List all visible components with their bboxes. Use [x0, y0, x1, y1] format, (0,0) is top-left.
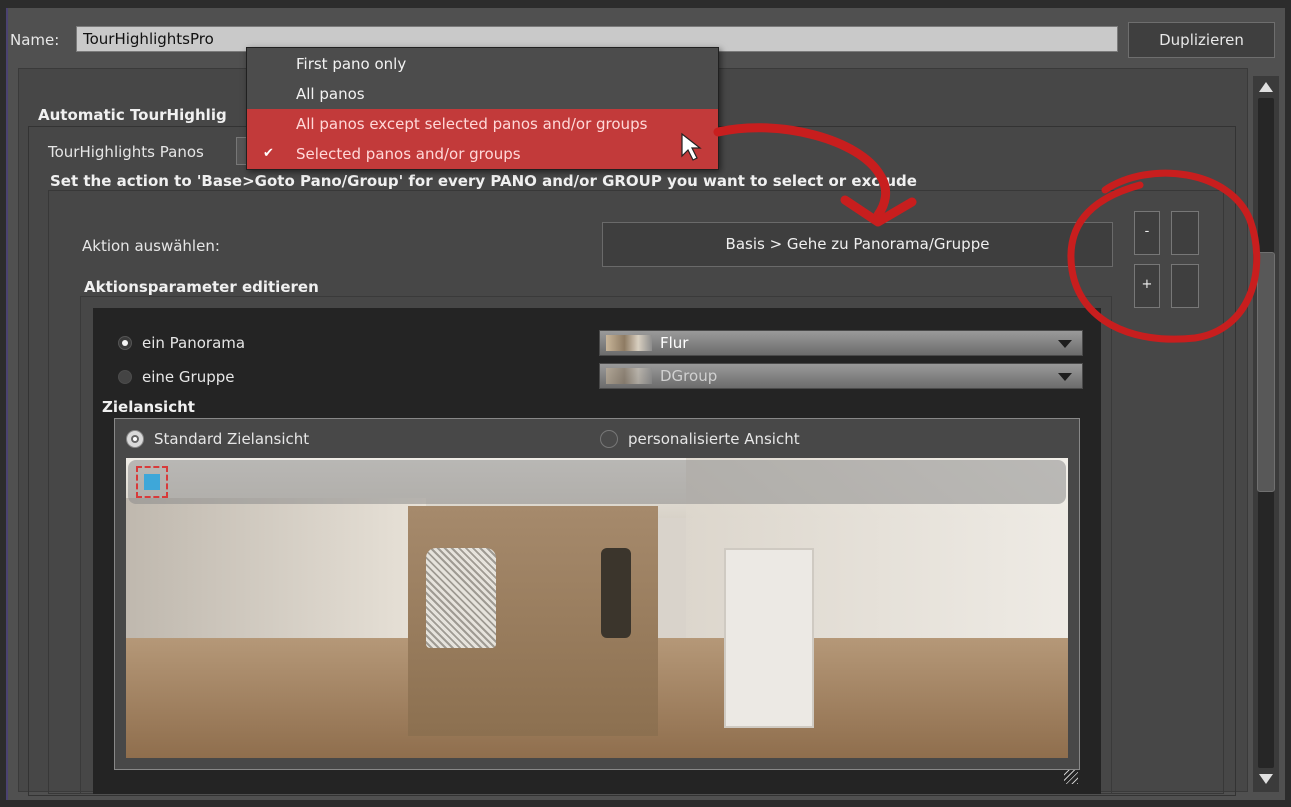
pano-select[interactable]: Flur — [599, 330, 1083, 356]
remove-action-button[interactable]: - — [1134, 211, 1160, 255]
target-view-title: Zielansicht — [102, 398, 195, 416]
vertical-scrollbar[interactable] — [1253, 76, 1279, 792]
fullscreen-icon[interactable] — [136, 466, 168, 498]
preview-coat — [601, 548, 631, 638]
automatic-group-title: Automatic TourHighlig — [38, 106, 227, 124]
popup-item-label: First pano only — [296, 55, 407, 73]
radio-custom-view[interactable] — [600, 430, 618, 448]
chevron-down-icon — [1058, 373, 1072, 381]
custom-view-label: personalisierte Ansicht — [628, 430, 800, 448]
popup-item-label: All panos — [296, 85, 365, 103]
blank-button-top[interactable] — [1171, 211, 1199, 255]
params-title: Aktionsparameter editieren — [84, 278, 319, 296]
radio-group-row[interactable]: eine Gruppe — [118, 368, 234, 386]
popup-item-first-pano[interactable]: First pano only — [247, 49, 718, 79]
duplicate-button[interactable]: Duplizieren — [1128, 22, 1275, 58]
chevron-down-icon — [1058, 340, 1072, 348]
radio-standard-view[interactable] — [126, 430, 144, 448]
pano-select-value: Flur — [660, 334, 689, 352]
resize-grip-icon[interactable] — [1064, 770, 1078, 784]
scroll-down-icon[interactable] — [1259, 774, 1273, 784]
pano-thumbnail — [606, 335, 652, 351]
popup-item-label: All panos except selected panos and/or g… — [296, 115, 648, 133]
group-select-value: DGroup — [660, 367, 718, 385]
action-select-button[interactable]: Basis > Gehe zu Panorama/Gruppe — [602, 222, 1113, 267]
group-select[interactable]: DGroup — [599, 363, 1083, 389]
preview-door — [724, 548, 814, 728]
action-select-label: Aktion auswählen: — [82, 237, 220, 255]
mode-dropdown-popup[interactable]: First pano only All panos All panos exce… — [246, 47, 719, 170]
standard-view-label: Standard Zielansicht — [154, 430, 310, 448]
tour-highlights-label: TourHighlights Panos — [48, 143, 204, 161]
scroll-thumb[interactable] — [1257, 252, 1275, 492]
radio-pano-label: ein Panorama — [142, 334, 246, 352]
radio-pano-row[interactable]: ein Panorama — [118, 334, 245, 352]
name-label: Name: — [10, 31, 60, 49]
popup-item-all-panos[interactable]: All panos — [247, 79, 718, 109]
preview-toolbar — [128, 460, 1066, 504]
add-action-button[interactable]: + — [1134, 264, 1160, 308]
radio-group-label: eine Gruppe — [142, 368, 235, 386]
scroll-up-icon[interactable] — [1259, 82, 1273, 92]
popup-item-label: Selected panos and/or groups — [296, 145, 521, 163]
preview-jacket — [426, 548, 496, 648]
radio-pano[interactable] — [118, 336, 132, 350]
group-thumbnail — [606, 368, 652, 384]
blank-button-bottom[interactable] — [1171, 264, 1199, 308]
popup-item-all-except[interactable]: All panos except selected panos and/or g… — [247, 109, 718, 139]
popup-item-selected[interactable]: ✔ Selected panos and/or groups — [247, 139, 718, 169]
custom-view-row[interactable]: personalisierte Ansicht — [600, 430, 800, 448]
standard-view-row[interactable]: Standard Zielansicht — [126, 430, 309, 448]
radio-group[interactable] — [118, 370, 132, 384]
checkmark-icon: ✔ — [263, 146, 274, 161]
instruction-text: Set the action to 'Base>Goto Pano/Group'… — [50, 172, 917, 190]
